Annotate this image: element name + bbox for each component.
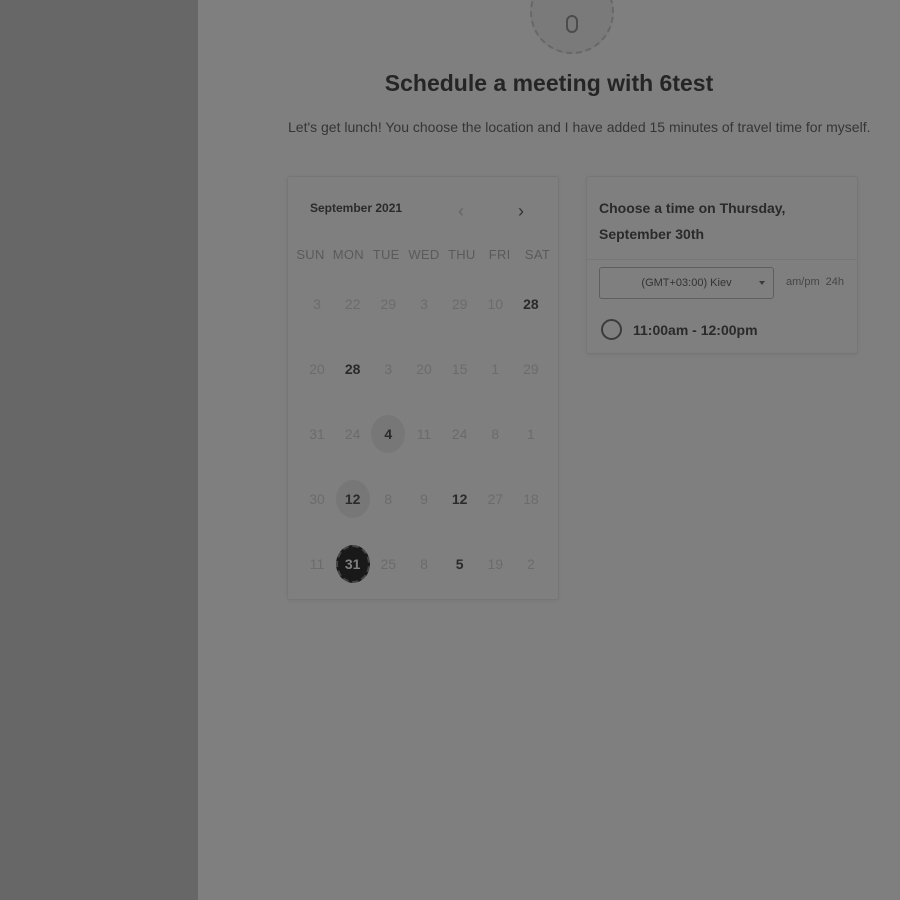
calendar-day: 9 — [420, 491, 428, 507]
calendar-day: 29 — [451, 296, 468, 312]
calendar-day: 25 — [380, 556, 397, 572]
calendar-day[interactable]: 5 — [443, 545, 477, 583]
time-slot-option[interactable]: 11:00am - 12:00pm — [601, 319, 758, 340]
calendar-day: 15 — [451, 361, 468, 377]
weekday-label: WED — [408, 247, 440, 262]
weekday-label: MON — [332, 247, 364, 262]
time-slot-label: 11:00am - 12:00pm — [633, 321, 758, 338]
calendar-week-row: 3 22 29 3 29 10 28 — [300, 285, 548, 323]
radio-button[interactable] — [601, 319, 622, 340]
calendar-week-row: 20 28 3 20 15 1 29 — [300, 350, 548, 388]
calendar-day: 27 — [487, 491, 504, 507]
calendar-day: 1 — [491, 361, 500, 377]
calendar-day: 20 — [309, 361, 325, 377]
calendar-day: 10 — [487, 296, 504, 312]
calendar-day: 11 — [309, 556, 325, 572]
chevron-left-icon[interactable]: ‹ — [451, 201, 471, 221]
weekday-label: FRI — [488, 247, 511, 262]
calendar-day: 19 — [487, 556, 504, 572]
calendar-day: 24 — [451, 426, 468, 442]
calendar-day: 18 — [523, 491, 539, 507]
calendar-day: 8 — [384, 491, 393, 507]
avatar-icon — [562, 0, 582, 41]
calendar-day: 8 — [491, 426, 500, 442]
weekday-label: THU — [448, 247, 476, 262]
calendar-day: 1 — [527, 426, 535, 442]
timezone-select[interactable]: (GMT+03:00) Kiev — [599, 267, 774, 299]
calendar-day[interactable]: 4 — [371, 415, 406, 453]
caret-down-icon — [759, 281, 765, 285]
calendar-day: 29 — [523, 361, 539, 377]
calendar-day[interactable]: 28 — [514, 285, 548, 323]
calendar-day: 2 — [527, 556, 535, 572]
timezone-value: (GMT+03:00) Kiev — [641, 277, 732, 289]
weekday-label: SAT — [524, 247, 551, 262]
format-24h-option[interactable]: 24h — [826, 276, 844, 288]
calendar-day: 20 — [416, 361, 432, 377]
calendar-day: 3 — [420, 296, 428, 312]
calendar-day: 24 — [344, 426, 361, 442]
calendar-day: 8 — [420, 556, 428, 572]
calendar-day: 30 — [309, 491, 325, 507]
time-panel-header: Choose a time on Thursday, September 30t… — [599, 200, 786, 242]
calendar-card: September 2021 ‹ › SUN MON TUE WED THU F… — [287, 176, 559, 600]
weekday-header: SUN MON TUE WED THU FRI SAT — [292, 247, 556, 262]
calendar-day: 31 — [309, 426, 325, 442]
time-selection-panel: Choose a time on Thursday, September 30t… — [586, 176, 858, 354]
calendar-week-row: 31 24 4 11 24 8 1 — [300, 415, 548, 453]
calendar-day[interactable]: 12 — [335, 480, 370, 518]
page-title: Schedule a meeting with 6test — [384, 70, 714, 96]
calendar-day: 3 — [313, 296, 321, 312]
calendar-day-selected[interactable]: 31 — [335, 545, 370, 583]
calendar-day: 3 — [384, 361, 393, 377]
calendar-day: 11 — [416, 426, 432, 442]
calendar-day: 22 — [344, 296, 361, 312]
month-label: September 2021 — [310, 201, 403, 215]
time-format-toggle: am/pm 24h — [786, 276, 844, 288]
format-ampm-option[interactable]: am/pm — [786, 276, 820, 288]
weekday-label: TUE — [372, 247, 400, 262]
divider — [587, 259, 857, 260]
calendar-week-row: 30 12 8 9 12 27 18 — [300, 480, 548, 518]
chevron-right-icon[interactable]: › — [511, 201, 531, 221]
meeting-description: Let's get lunch! You choose the location… — [288, 119, 871, 135]
weekday-label: SUN — [296, 247, 325, 262]
calendar-week-row: 11 31 25 8 5 19 2 — [300, 545, 548, 583]
calendar-day: 29 — [380, 296, 397, 312]
calendar-day[interactable]: 28 — [336, 350, 370, 388]
left-side-panel — [0, 0, 198, 900]
calendar-day[interactable]: 12 — [443, 480, 477, 518]
